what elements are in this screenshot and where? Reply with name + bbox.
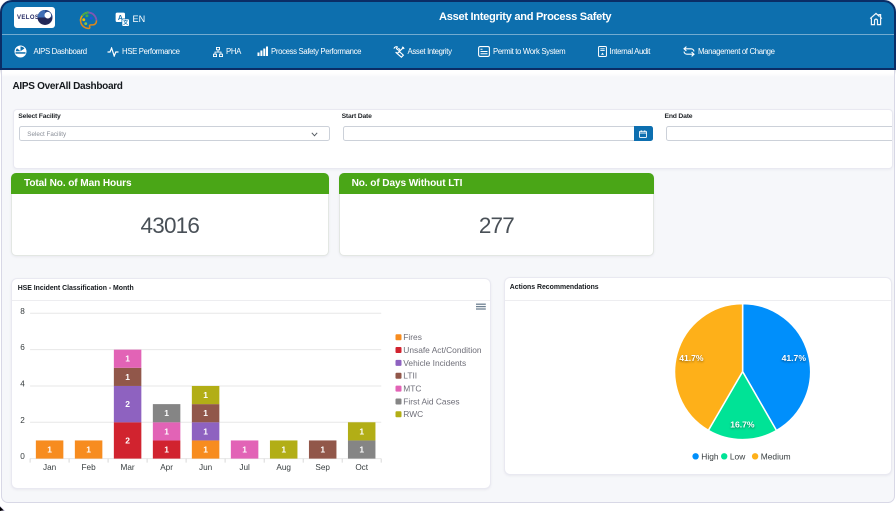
svg-text:Apr: Apr [160, 463, 173, 472]
svg-text:2: 2 [20, 416, 25, 425]
svg-text:Oct: Oct [355, 463, 368, 472]
svg-text:Medium: Medium [761, 451, 791, 461]
svg-text:1: 1 [359, 426, 364, 436]
svg-text:1: 1 [164, 408, 169, 418]
svg-text:Jan: Jan [43, 463, 57, 472]
svg-text:1: 1 [164, 426, 169, 436]
svg-text:0: 0 [20, 452, 25, 461]
svg-text:Aug: Aug [276, 463, 291, 472]
svg-text:1: 1 [242, 445, 247, 455]
svg-text:16.7%: 16.7% [730, 420, 755, 430]
svg-text:1: 1 [281, 445, 286, 455]
svg-text:1: 1 [203, 408, 208, 418]
svg-text:Mar: Mar [121, 463, 135, 472]
svg-text:1: 1 [320, 445, 325, 455]
svg-text:41.7%: 41.7% [782, 353, 807, 363]
svg-text:4: 4 [20, 380, 25, 389]
svg-text:2: 2 [125, 435, 130, 445]
svg-text:1: 1 [47, 445, 52, 455]
svg-text:Jun: Jun [199, 463, 213, 472]
svg-text:LTII: LTII [403, 371, 417, 381]
svg-text:MTC: MTC [403, 384, 421, 394]
svg-text:1: 1 [125, 372, 130, 382]
svg-text:RWC: RWC [403, 409, 423, 419]
svg-text:1: 1 [203, 390, 208, 400]
svg-text:Feb: Feb [82, 463, 97, 472]
svg-text:High: High [701, 451, 719, 461]
svg-text:41.7%: 41.7% [679, 353, 704, 363]
svg-text:First Aid Cases: First Aid Cases [403, 396, 459, 406]
svg-text:8: 8 [20, 307, 25, 316]
svg-text:Sep: Sep [315, 463, 330, 472]
svg-text:1: 1 [203, 426, 208, 436]
svg-text:Vehicle Incidents: Vehicle Incidents [403, 358, 466, 368]
svg-text:Jul: Jul [239, 463, 250, 472]
svg-text:Fires: Fires [403, 332, 422, 342]
svg-text:1: 1 [203, 445, 208, 455]
svg-text:2: 2 [125, 399, 130, 409]
svg-text:Low: Low [730, 451, 746, 461]
svg-text:Unsafe Act/Condition: Unsafe Act/Condition [403, 345, 482, 355]
svg-text:1: 1 [164, 445, 169, 455]
svg-text:1: 1 [359, 445, 364, 455]
svg-text:1: 1 [125, 354, 130, 364]
svg-text:1: 1 [86, 445, 91, 455]
svg-text:6: 6 [20, 343, 25, 352]
